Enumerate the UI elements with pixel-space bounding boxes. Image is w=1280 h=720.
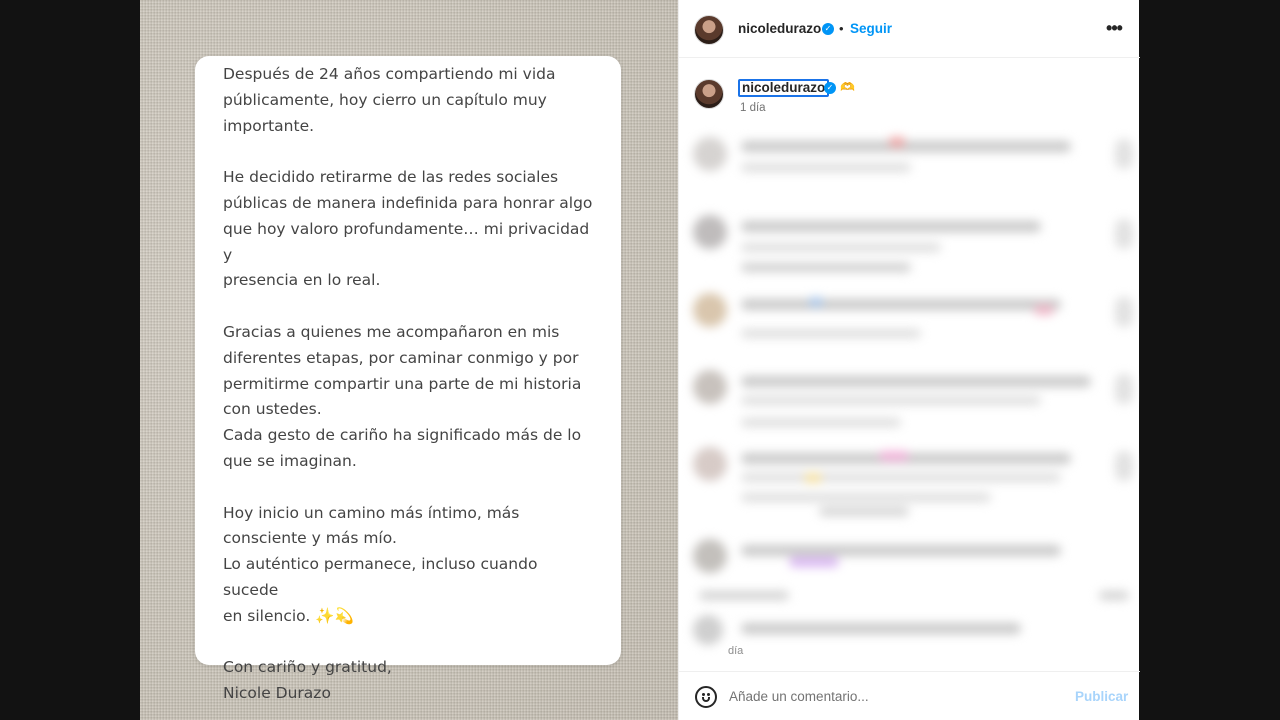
caption-emoji: 🫶 <box>840 80 855 94</box>
caption-verified-badge-icon: ✓ <box>824 82 836 94</box>
farewell-note-card: Después de 24 años compartiendo mi vida … <box>195 56 621 702</box>
add-comment-bar: Publicar <box>679 671 1140 720</box>
post-header: nicoledurazo ✓ • Seguir ••• <box>679 0 1140 58</box>
post-media[interactable]: Después de 24 años compartiendo mi vida … <box>140 0 678 720</box>
post-side-panel: nicoledurazo ✓ • Seguir ••• nicoledurazo… <box>678 0 1140 720</box>
smiley-icon[interactable] <box>695 686 717 708</box>
author-avatar[interactable] <box>694 15 724 45</box>
verified-badge-icon: ✓ <box>822 23 834 35</box>
comments-list-blurred[interactable] <box>679 125 1140 660</box>
comment-input[interactable] <box>729 685 1059 707</box>
note-paragraph-1: Después de 24 años compartiendo mi vida … <box>223 65 556 135</box>
separator-dot: • <box>839 21 844 36</box>
follow-button[interactable]: Seguir <box>850 21 892 36</box>
caption-avatar[interactable] <box>694 79 724 109</box>
comment-timestamp-residual: día <box>728 645 744 657</box>
note-signature: Con cariño y gratitud, Nicole Durazo <box>223 658 392 703</box>
author-username[interactable]: nicoledurazo <box>738 21 821 36</box>
note-paragraph-4: Hoy inicio un camino más íntimo, más con… <box>223 503 538 625</box>
caption-timestamp[interactable]: 1 día <box>740 102 766 114</box>
publish-button[interactable]: Publicar <box>1075 689 1128 704</box>
caption-username[interactable]: nicoledurazo <box>738 79 830 97</box>
smiley-mouth <box>702 697 710 702</box>
more-options-icon[interactable]: ••• <box>1104 16 1124 40</box>
note-paragraph-3: Gracias a quienes me acompañaron en mis … <box>223 322 582 470</box>
instagram-post-viewer: Después de 24 años compartiendo mi vida … <box>0 0 1280 720</box>
note-paragraph-2: He decidido retirarme de las redes socia… <box>223 168 593 290</box>
